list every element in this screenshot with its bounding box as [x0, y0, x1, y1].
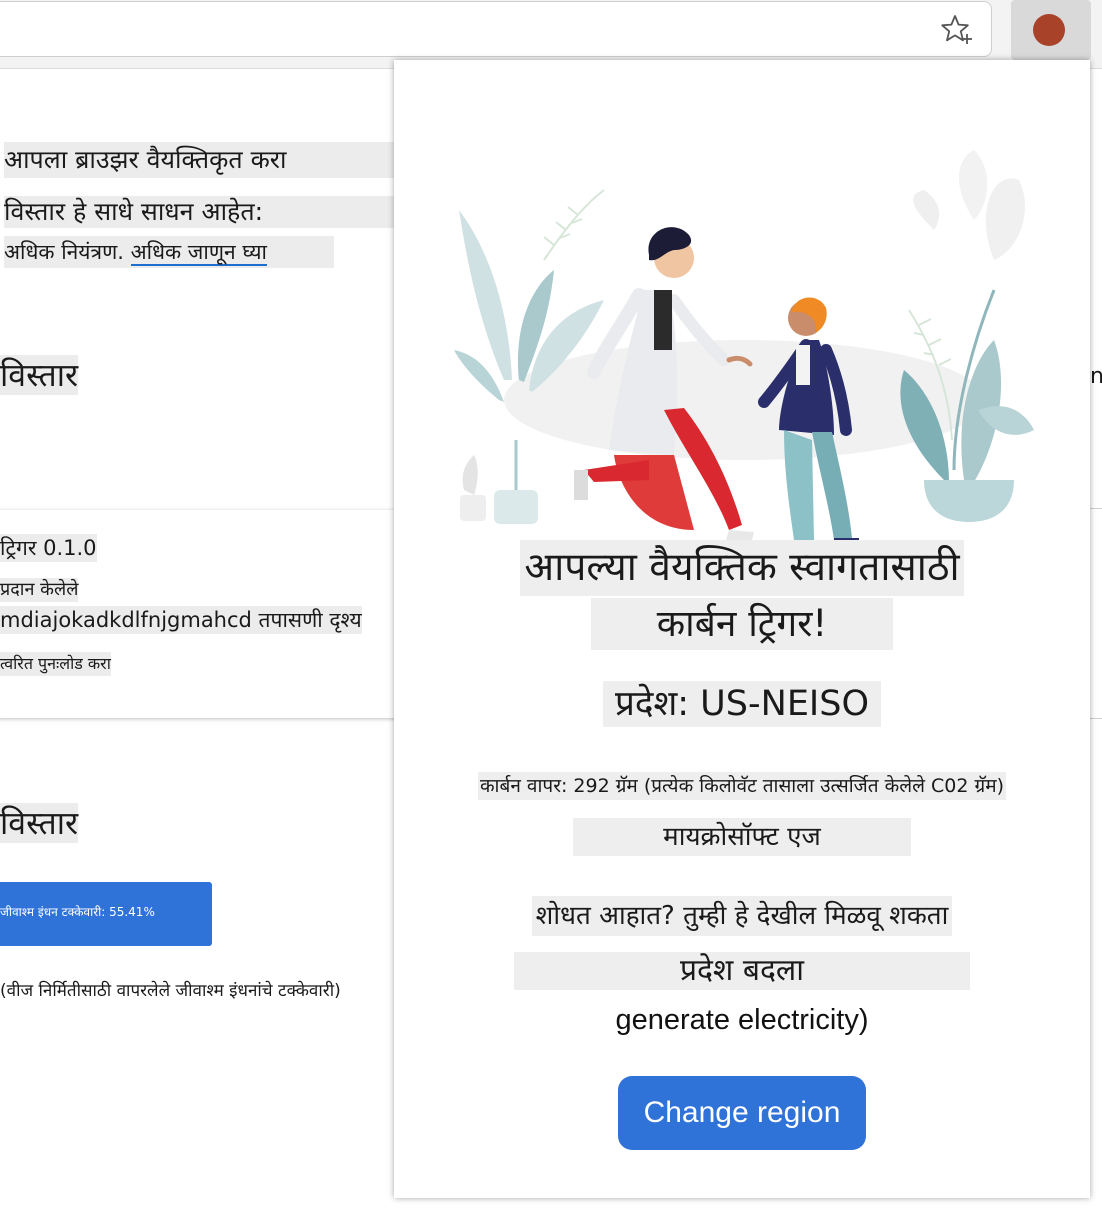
browser-toolbar: [0, 0, 1102, 69]
carbon-usage-row: कार्बन वापर: 292 ग्रॅम (प्रत्येक किलोवॅट…: [394, 772, 1090, 800]
change-region-button[interactable]: Change region: [618, 1076, 866, 1150]
extensions-heading: विस्तार: [0, 355, 79, 395]
extension-icon: [1033, 14, 1065, 46]
personalize-description: विस्तार हे साधे साधन आहेत:: [4, 196, 398, 228]
headline-line-2: कार्बन ट्रिगर!: [590, 598, 894, 650]
fossil-fuel-note: (वीज निर्मितीसाठी वापरलेले जीवाश्म इंधना…: [0, 981, 341, 1001]
search-prompt: शोधत आहात? तुम्ही हे देखील मिळवू शकता: [531, 896, 953, 936]
personalize-title: आपला ब्राउझर वैयक्तिकृत करा: [4, 142, 398, 178]
region-label: प्रदेश: US-NEISO: [602, 681, 882, 727]
browser-row: मायक्रोसॉफ्ट एज: [394, 818, 1090, 856]
popup-headline: आपल्या वैयक्तिक स्वागतासाठी: [394, 540, 1090, 596]
divider: [1088, 718, 1102, 719]
control-line: अधिक नियंत्रण. अधिक जाणून घ्या: [4, 236, 334, 268]
address-bar[interactable]: [0, 1, 992, 57]
carbon-usage: कार्बन वापर: 292 ग्रॅम (प्रत्येक किलोवॅट…: [477, 772, 1007, 800]
control-text: अधिक नियंत्रण.: [4, 240, 131, 264]
generate-electricity-text: generate electricity): [615, 1004, 869, 1036]
extension-reload[interactable]: त्वरित पुनःलोड करा: [0, 652, 111, 676]
star-add-icon[interactable]: [939, 12, 975, 48]
right-edge-text: n: [1090, 364, 1102, 389]
extension-provider: प्रदान केलेले: [0, 578, 79, 602]
headline-line-1: आपल्या वैयक्तिक स्वागतासाठी: [520, 540, 964, 596]
change-region-heading-row: प्रदेश बदला: [394, 952, 1090, 990]
extension-button[interactable]: [1011, 0, 1091, 60]
extension-popup: आपल्या वैयक्तिक स्वागतासाठी कार्बन ट्रिग…: [394, 60, 1090, 1198]
headline-line-2-row: कार्बन ट्रिगर!: [394, 598, 1090, 650]
fossil-fuel-badge: जीवाश्म इंधन टक्केवारी: 55.41%: [0, 882, 212, 946]
fossil-fuel-percentage: जीवाश्म इंधन टक्केवारी: 55.41%: [0, 905, 155, 919]
learn-more-link[interactable]: अधिक जाणून घ्या: [130, 240, 267, 266]
change-region-heading: प्रदेश बदला: [513, 952, 971, 990]
search-prompt-row: शोधत आहात? तुम्ही हे देखील मिळवू शकता: [394, 896, 1090, 936]
extensions-heading-2: विस्तार: [0, 803, 79, 843]
divider: [1088, 508, 1102, 509]
extension-name-version: ट्रिगर 0.1.0: [0, 534, 97, 562]
region-row: प्रदेश: US-NEISO: [394, 681, 1090, 727]
extension-id-inspect[interactable]: mdiajokadkdlfnjgmahcd तपासणी दृश्य: [0, 606, 362, 634]
people-plants-illustration: [454, 150, 1034, 548]
browser-name: मायक्रोसॉफ्ट एज: [573, 818, 911, 856]
